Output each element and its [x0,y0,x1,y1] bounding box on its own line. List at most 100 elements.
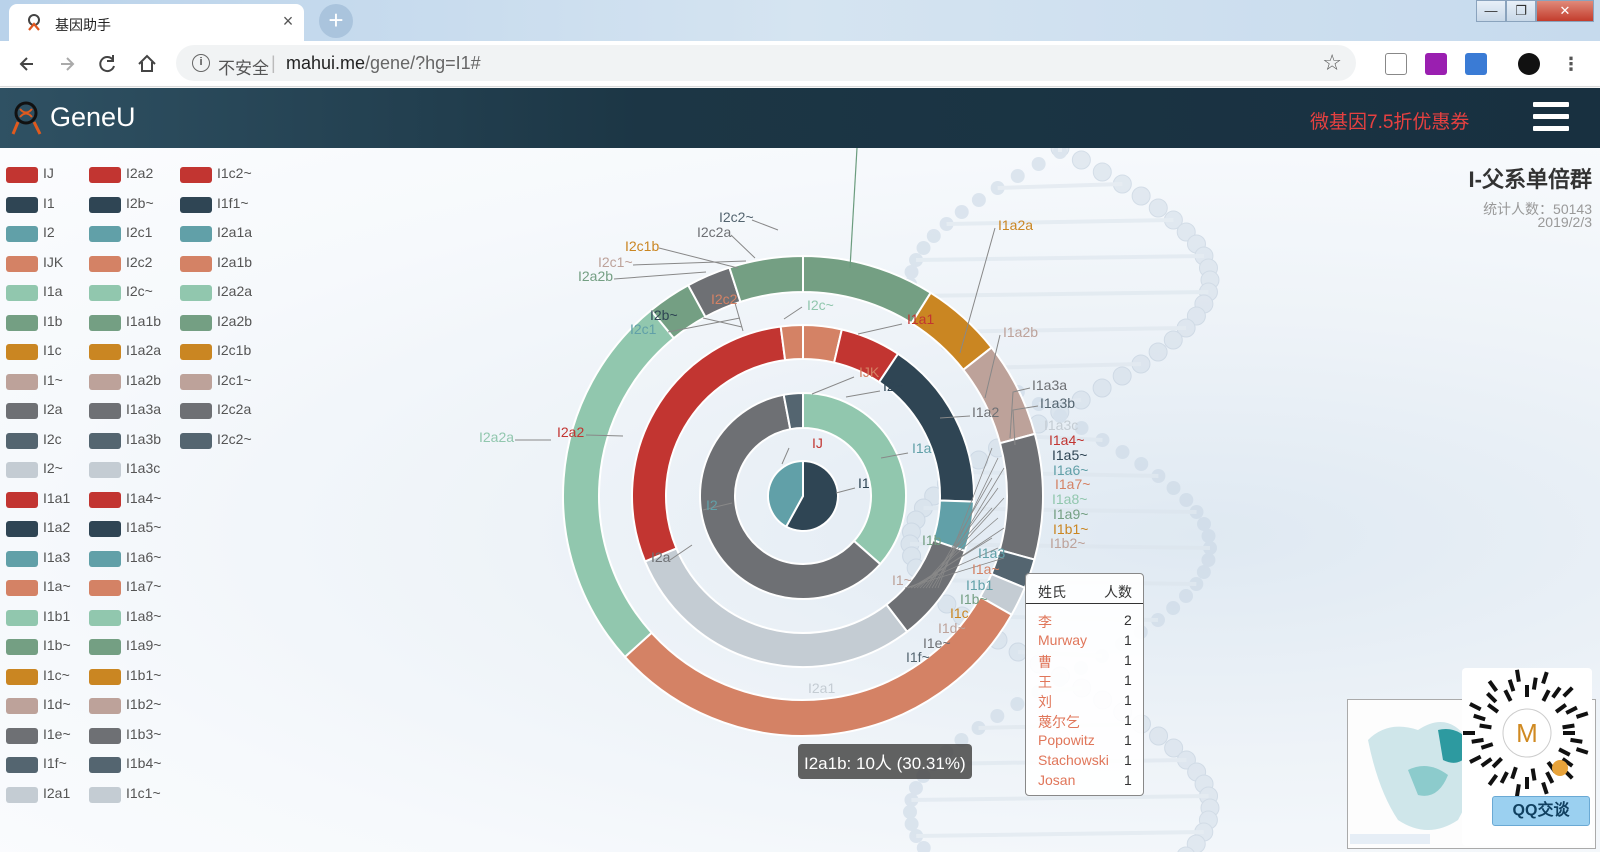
forward-icon[interactable] [53,50,81,78]
legend-swatch [180,167,212,183]
legend-label: I1a4~ [126,489,162,506]
surname-name: 王 [1038,674,1052,690]
menu-dots-icon[interactable]: ⋮ [1560,53,1582,75]
bookmark-star-icon[interactable]: ☆ [1322,50,1342,76]
legend-label: I1e~ [43,725,71,742]
segment-label: I1a2 [972,404,999,420]
sunburst-segment[interactable] [998,432,1044,561]
legend-label: I1c1~ [126,784,161,801]
segment-label: I1b2~ [1050,535,1085,551]
legend-swatch [6,255,38,272]
back-icon[interactable] [13,50,41,78]
legend-swatch [6,521,38,537]
separator: | [271,53,276,73]
legend-swatch [180,226,212,242]
segment-label: IJ [812,435,823,451]
segment-label: I1~ [892,572,912,588]
legend-swatch [89,491,121,508]
browser-titlebar: 基因助手 × + — ❐ ✕ [0,0,1600,41]
legend-swatch [6,196,38,213]
surname-row: Popowitz 1 [1038,732,1138,752]
tab-close-icon[interactable]: × [277,10,299,32]
address-bar[interactable]: i 不安全 | mahui.me/gene/?hg=I1# ☆ [176,45,1356,81]
legend-label: I1a9~ [126,637,162,653]
legend-swatch [89,580,121,596]
logo-magnifier-icon[interactable] [10,100,44,138]
home-icon[interactable] [133,50,161,78]
label-leader-line [702,317,743,328]
surname-row: 刘1 [1038,692,1138,712]
label-leader-line [658,247,739,269]
segment-label: I1a [912,440,932,456]
segment-label: IJK [859,364,880,380]
surname-count: 1 [1124,752,1132,768]
brand-name[interactable]: GeneU [50,102,136,133]
slice-tooltip: I2a1b: 10人 (30.31%) [798,744,972,779]
legend-label: I1a1b [126,312,162,329]
legend-swatch [89,432,121,449]
segment-label: I1a2a [998,217,1033,233]
surname-tooltip: 姓氏 人数 李 2 Murway 1 曹 1 王 1 刘 1 蔑尔乞 1 Popowitz 1 Stacho… [1025,573,1144,796]
new-tab-button[interactable]: + [319,4,353,38]
legend-swatch [6,609,38,626]
legend-swatch [6,639,38,655]
reload-icon[interactable] [93,50,121,78]
surname-table-header: 姓氏 人数 [1026,582,1143,604]
segment-label: I2~ [883,378,903,394]
legend-swatch [89,786,121,803]
legend-label: I1f~ [43,755,67,771]
browser-tab[interactable]: 基因助手 × [9,4,304,41]
surname-row: Stachowski 1 [1038,752,1138,772]
legend-label: I1f1~ [217,194,249,211]
legend-label: I2c2 [126,253,153,270]
legend-label: IJ [43,165,54,181]
hamburger-menu-icon[interactable] [1533,102,1569,132]
segment-label: I1a5~ [1052,447,1087,463]
legend-swatch [6,550,38,567]
legend-label: I2a1b [217,253,253,270]
legend-swatch [89,698,121,714]
legend-swatch [6,462,38,478]
legend-swatch [89,757,121,773]
segment-label: I2 [706,497,718,513]
legend-label: I1a1 [43,489,71,506]
legend-swatch [89,550,121,567]
surname-name: Popowitz [1038,732,1095,748]
legend-swatch [180,255,212,272]
legend-swatch [6,580,38,596]
legend-swatch [89,639,121,655]
label-leader-line [845,390,881,398]
legend-swatch [6,167,38,183]
legend-swatch [6,314,38,331]
legend-label: I2c2a [217,401,252,417]
sunburst-segment[interactable] [728,254,804,304]
legend-swatch [180,403,212,419]
legend-label: I2a1 [43,784,71,801]
sunburst-segment[interactable] [961,346,1037,445]
haplogroup-sunburst-chart[interactable]: IJI1I2I2aI1aIJKI2~I2b~I2c1I2c2 I2c~I1a1I1… [470,148,1090,852]
legend-swatch [89,167,121,183]
extension-icon-3[interactable] [1465,53,1487,75]
extension-icon-1[interactable] [1385,53,1407,75]
url-text: mahui.me/gene/?hg=I1# [286,53,481,74]
legend-label: I1c [43,342,62,358]
profile-avatar[interactable] [1518,53,1540,75]
minimize-button[interactable]: — [1476,0,1506,22]
sunburst-segment[interactable] [779,323,804,362]
surname-header: 姓氏 [1038,584,1066,600]
surname-name: 蔑尔乞 [1038,714,1080,730]
legend-swatch [89,609,121,626]
legend-swatch [89,285,121,301]
maximize-button[interactable]: ❐ [1506,0,1536,22]
surname-count: 2 [1124,612,1132,628]
label-leader-line [811,376,855,395]
info-icon[interactable]: i [192,54,210,72]
legend-label: I1~ [43,371,63,388]
promo-link[interactable]: 微基因7.5折优惠券 [1310,107,1469,134]
legend-label: I2c2~ [217,430,252,447]
legend-swatch [89,196,121,213]
close-window-button[interactable]: ✕ [1536,0,1594,22]
insecure-label: 不安全 [218,59,269,78]
qq-chat-button[interactable]: QQ交谈 [1492,796,1590,826]
extension-icon-2[interactable] [1425,53,1447,75]
